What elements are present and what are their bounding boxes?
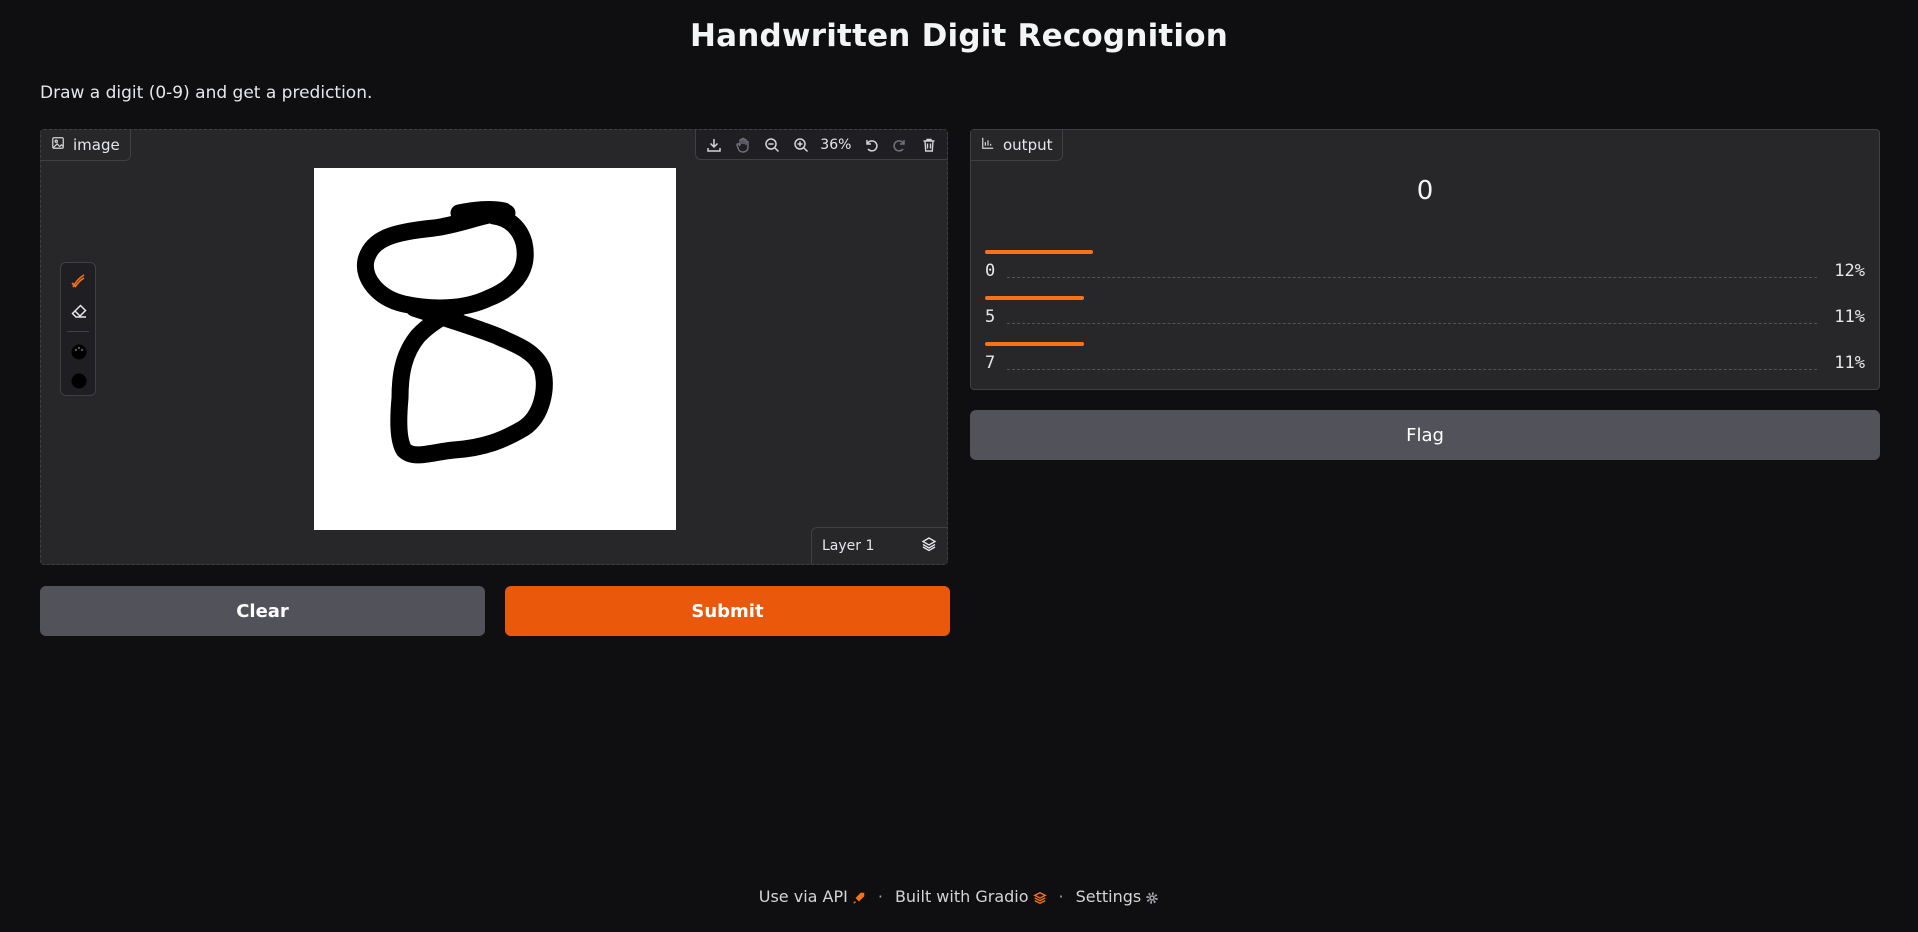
built-with-gradio-text: Built with Gradio <box>894 887 1029 906</box>
confidence-row: 5 11% <box>985 296 1865 332</box>
image-label: image <box>73 136 120 154</box>
use-via-api-link[interactable]: Use via API <box>759 887 866 906</box>
pan-hand-icon[interactable] <box>734 136 752 154</box>
confidence-label: 7 <box>985 353 996 373</box>
palette-icon[interactable] <box>69 342 89 362</box>
settings-text: Settings <box>1075 887 1142 906</box>
layer-selector[interactable]: Layer 1 <box>811 527 947 564</box>
confidence-leader-line <box>1007 323 1817 324</box>
brush-size-icon[interactable] <box>69 371 89 391</box>
confidence-bar <box>985 342 1084 346</box>
download-icon[interactable] <box>705 136 723 154</box>
gear-icon <box>1141 887 1159 906</box>
footer-separator: · <box>877 887 883 906</box>
use-via-api-text: Use via API <box>758 887 848 906</box>
trash-icon[interactable] <box>920 136 938 154</box>
confidence-label: 5 <box>985 307 996 327</box>
layer-name: Layer 1 <box>822 538 875 554</box>
drawing-canvas[interactable] <box>314 168 676 530</box>
confidence-percent: 12% <box>1834 261 1865 281</box>
handwritten-digit-drawing <box>356 201 553 464</box>
zoom-level: 36% <box>820 136 852 153</box>
confidence-leader-line <box>1007 369 1817 370</box>
confidence-bar <box>985 250 1093 254</box>
zoom-in-icon[interactable] <box>792 136 810 154</box>
footer: Use via API · Built with Gradio · Settin… <box>0 887 1918 906</box>
confidence-percent: 11% <box>1834 307 1865 327</box>
output-label-tab: output <box>971 130 1064 161</box>
submit-button[interactable]: Submit <box>505 586 950 636</box>
confidence-row: 0 12% <box>985 250 1865 286</box>
confidence-bar <box>985 296 1084 300</box>
gradio-logo-icon <box>1029 887 1047 906</box>
undo-icon[interactable] <box>862 136 880 154</box>
confidence-label: 0 <box>985 261 996 281</box>
bar-chart-icon <box>981 136 995 154</box>
page-title: Handwritten Digit Recognition <box>689 18 1229 54</box>
tools-divider <box>67 331 89 332</box>
confidence-percent: 11% <box>1834 353 1865 373</box>
image-label-tab: image <box>41 130 131 161</box>
brush-icon[interactable] <box>69 271 89 291</box>
editor-toolbar: 36% <box>695 130 947 160</box>
flag-button[interactable]: Flag <box>970 410 1880 460</box>
top-prediction: 0 <box>1416 176 1434 206</box>
output-panel: output 0 0 12% 5 11% 7 11% <box>970 129 1880 390</box>
built-with-gradio-link[interactable]: Built with Gradio <box>895 887 1047 906</box>
output-label: output <box>1003 136 1053 154</box>
clear-button[interactable]: Clear <box>40 586 485 636</box>
zoom-out-icon[interactable] <box>763 136 781 154</box>
confidence-leader-line <box>1007 277 1817 278</box>
rocket-icon <box>848 887 866 906</box>
image-editor-panel: image 36% Layer 1 <box>40 129 948 565</box>
layers-icon <box>921 536 937 556</box>
image-icon <box>51 136 65 154</box>
page-description: Draw a digit (0-9) and get a prediction. <box>40 83 373 103</box>
drawing-tools <box>60 262 96 396</box>
eraser-icon[interactable] <box>69 301 89 321</box>
settings-link[interactable]: Settings <box>1076 887 1160 906</box>
redo-icon[interactable] <box>891 136 909 154</box>
footer-separator: · <box>1058 887 1064 906</box>
confidence-row: 7 11% <box>985 342 1865 378</box>
